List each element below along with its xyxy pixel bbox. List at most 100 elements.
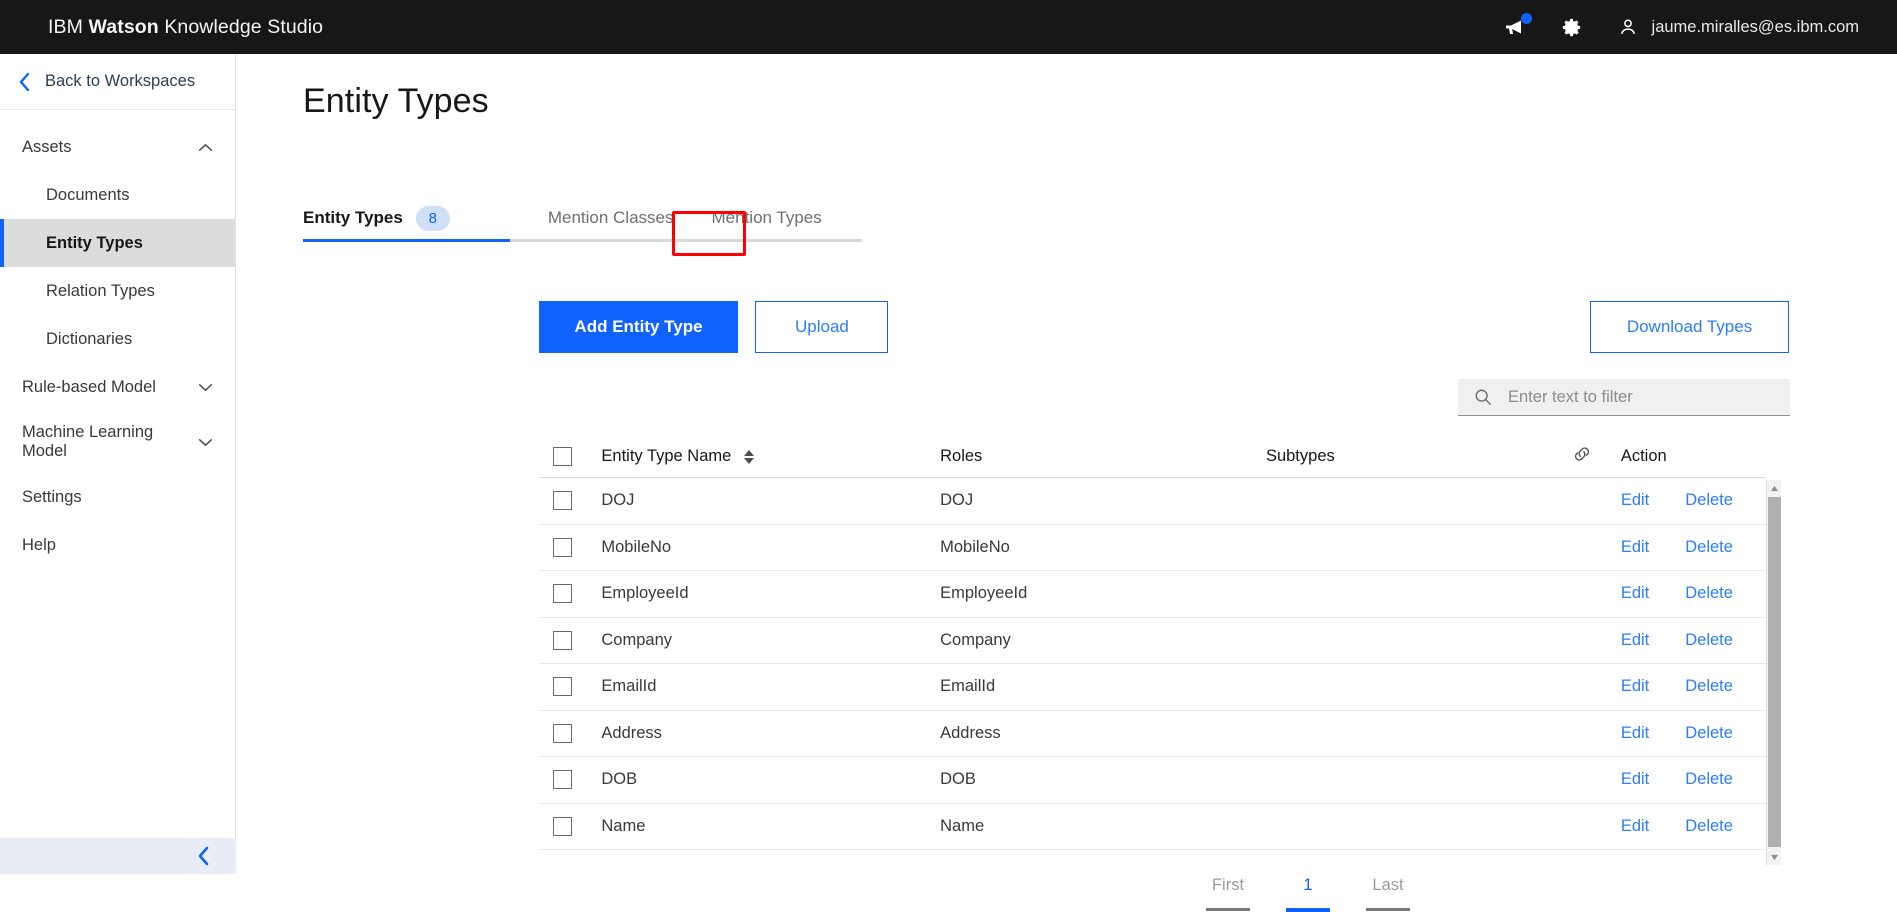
cell-roles: DOJ: [940, 491, 974, 510]
row-select-cell: [539, 537, 601, 557]
row-checkbox[interactable]: [553, 723, 572, 743]
search-icon: [1474, 388, 1492, 406]
pagination-underline: [1286, 908, 1330, 912]
sidebar-item-relation-types[interactable]: Relation Types: [0, 267, 235, 315]
tab-label: Mention Types: [711, 208, 822, 227]
delete-link[interactable]: Delete: [1685, 631, 1733, 650]
pagination-1[interactable]: 1: [1286, 876, 1330, 912]
table-action-buttons: Add Entity Type Upload: [539, 301, 889, 353]
sidebar-group-label: Machine Learning Model: [22, 423, 154, 460]
cell-roles: Name: [940, 816, 985, 835]
cell-entity-type-name: Address: [601, 723, 662, 742]
tab-mention-classes[interactable]: Mention Classes: [509, 197, 712, 242]
filter-input[interactable]: [1508, 379, 1790, 415]
entity-types-count-badge: 8: [415, 205, 450, 231]
add-entity-type-button[interactable]: Add Entity Type: [539, 301, 738, 353]
pagination-last[interactable]: Last: [1366, 876, 1410, 911]
cell-roles: EmailId: [940, 677, 996, 696]
sort-arrows-icon[interactable]: [744, 449, 755, 464]
tab-label: Mention Classes: [547, 208, 674, 227]
delete-link[interactable]: Delete: [1685, 817, 1733, 836]
page-title: Entity Types: [303, 82, 489, 120]
row-checkbox[interactable]: [553, 677, 572, 697]
user-menu[interactable]: jaume.miralles@es.ibm.com: [1615, 14, 1859, 40]
delete-link[interactable]: Delete: [1685, 724, 1733, 743]
cell-action: Edit Delete: [1621, 631, 1766, 650]
chevron-up-icon: [198, 143, 213, 152]
delete-link[interactable]: Delete: [1685, 770, 1733, 789]
row-select-cell: [539, 816, 601, 836]
main-content: Entity Types Entity Types 8 Mention Clas…: [236, 54, 1897, 912]
row-checkbox[interactable]: [553, 537, 572, 557]
select-all-checkbox[interactable]: [553, 447, 572, 466]
sidebar-item-help[interactable]: Help: [0, 521, 235, 569]
sidebar-group-assets[interactable]: Assets: [0, 123, 235, 171]
column-label: Action: [1620, 447, 1667, 465]
cell-action: Edit Delete: [1621, 677, 1766, 696]
brand-bold: Watson: [88, 15, 159, 38]
row-checkbox[interactable]: [553, 584, 572, 604]
scroll-up-arrow-icon[interactable]: [1767, 480, 1782, 496]
sidebar-item-label: Help: [22, 535, 56, 554]
row-checkbox[interactable]: [553, 816, 572, 836]
user-avatar-icon: [1615, 14, 1641, 40]
megaphone-icon[interactable]: [1503, 13, 1532, 40]
edit-link[interactable]: Edit: [1621, 631, 1649, 650]
app-brand-title: IBM Watson Knowledge Studio: [48, 16, 323, 39]
cell-roles: Address: [940, 723, 1001, 742]
gear-icon[interactable]: [1559, 14, 1585, 40]
table-row: MobileNo MobileNo Edit Delete: [539, 525, 1766, 571]
sidebar-group-rule-based-model[interactable]: Rule-based Model: [0, 363, 235, 411]
row-checkbox[interactable]: [553, 770, 572, 790]
sidebar-item-dictionaries[interactable]: Dictionaries: [0, 315, 235, 363]
sidebar-item-entity-types[interactable]: Entity Types: [0, 219, 235, 267]
delete-link[interactable]: Delete: [1685, 491, 1733, 510]
tab-entity-types[interactable]: Entity Types 8: [303, 197, 510, 242]
cell-roles: EmployeeId: [940, 584, 1028, 603]
link-icon: [1572, 444, 1592, 469]
edit-link[interactable]: Edit: [1621, 817, 1649, 836]
cell-action: Edit Delete: [1621, 491, 1766, 510]
brand-suffix: Knowledge Studio: [158, 15, 324, 38]
notification-dot: [1520, 13, 1532, 24]
upload-button[interactable]: Upload: [755, 301, 889, 353]
cell-entity-type-name: EmailId: [601, 677, 657, 696]
column-label: Roles: [940, 447, 983, 465]
table-scrollbar[interactable]: [1766, 480, 1781, 865]
sidebar-item-label: Documents: [46, 185, 130, 204]
delete-link[interactable]: Delete: [1685, 538, 1733, 557]
sidebar-group-machine-learning-model[interactable]: Machine Learning Model: [0, 411, 235, 473]
sidebar-item-settings[interactable]: Settings: [0, 473, 235, 521]
table-row: EmployeeId EmployeeId Edit Delete: [539, 571, 1766, 618]
sidebar-collapse-button[interactable]: [0, 838, 236, 874]
edit-link[interactable]: Edit: [1621, 491, 1649, 510]
edit-link[interactable]: Edit: [1621, 677, 1649, 696]
sidebar-group-assets-label: Assets: [22, 137, 72, 156]
sidebar-item-documents[interactable]: Documents: [0, 171, 235, 219]
back-to-workspaces-link[interactable]: Back to Workspaces: [0, 54, 235, 110]
table-row: DOJ DOJ Edit Delete: [539, 478, 1766, 525]
column-header-entity-type-name[interactable]: Entity Type Name: [601, 447, 940, 466]
delete-link[interactable]: Delete: [1685, 677, 1733, 696]
scrollbar-thumb[interactable]: [1768, 497, 1781, 847]
row-select-cell: [539, 630, 601, 650]
edit-link[interactable]: Edit: [1621, 724, 1649, 743]
row-checkbox[interactable]: [553, 630, 572, 650]
delete-link[interactable]: Delete: [1685, 584, 1733, 603]
cell-entity-type-name: Company: [601, 630, 673, 649]
filter-search-box[interactable]: [1458, 379, 1790, 416]
row-checkbox[interactable]: [553, 491, 572, 511]
row-select-cell: [539, 677, 601, 697]
sidebar-item-label: Dictionaries: [46, 329, 133, 348]
edit-link[interactable]: Edit: [1621, 538, 1649, 557]
pagination-first[interactable]: First: [1206, 876, 1250, 911]
edit-link[interactable]: Edit: [1621, 770, 1649, 789]
tab-mention-types[interactable]: Mention Types: [711, 197, 862, 242]
pagination-label: First: [1211, 876, 1245, 894]
cell-roles: MobileNo: [940, 537, 1010, 556]
top-header-bar: IBM Watson Knowledge Studio jaume.mirall…: [0, 0, 1897, 54]
chevron-down-icon: [198, 438, 213, 447]
download-types-button[interactable]: Download Types: [1590, 301, 1789, 353]
scroll-down-arrow-icon[interactable]: [1767, 849, 1782, 865]
edit-link[interactable]: Edit: [1621, 584, 1649, 603]
